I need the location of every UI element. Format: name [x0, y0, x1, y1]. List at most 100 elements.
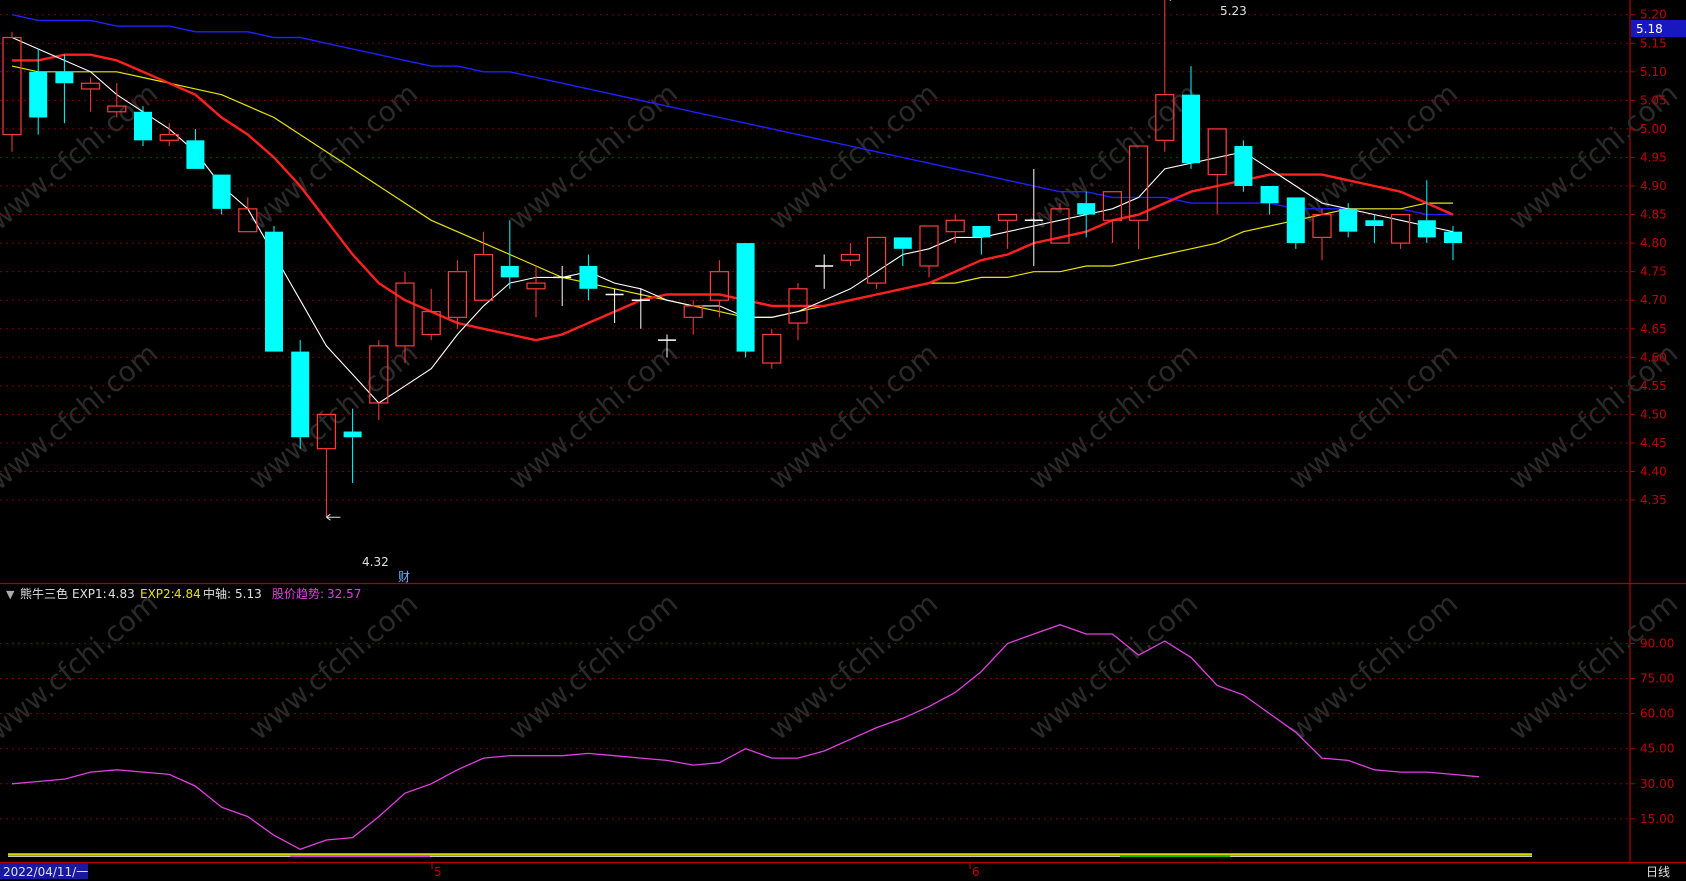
axis-value: 5.13 — [235, 587, 262, 601]
candle-body — [80, 82, 101, 90]
candle — [631, 288, 650, 329]
start-date: 2022/04/11/一 — [3, 865, 88, 879]
candle — [2, 31, 22, 152]
candle — [840, 243, 861, 266]
candle-body — [212, 174, 231, 209]
watermark-text: www.cfchi.com — [1502, 587, 1684, 747]
watermark-text: www.cfchi.com — [1282, 337, 1464, 497]
indicator-tick-label: 75.00 — [1640, 672, 1674, 686]
candle-body — [736, 243, 755, 352]
price-tick-label: 5.15 — [1640, 36, 1667, 50]
price-tick-label: 5.20 — [1640, 8, 1667, 22]
candle-body — [1365, 220, 1384, 226]
watermark-text: www.cfchi.com — [242, 587, 424, 747]
candle — [80, 77, 101, 112]
candle-body — [159, 134, 179, 141]
candle-body — [893, 237, 912, 249]
candle-body — [1234, 146, 1253, 187]
price-tick-label: 4.45 — [1640, 436, 1667, 450]
high-price-label: 5.23 — [1220, 4, 1247, 18]
current-price-badge: 5.18 — [1631, 20, 1686, 37]
candle — [1390, 213, 1411, 249]
price-tick-label: 4.70 — [1640, 293, 1667, 307]
trend-value: 32.57 — [327, 587, 361, 601]
candle — [159, 123, 179, 147]
candle-body — [762, 333, 782, 364]
watermark-text: www.cfchi.com — [0, 587, 164, 747]
candle — [1444, 225, 1462, 261]
candle — [1207, 128, 1227, 215]
candle — [186, 128, 205, 169]
candle-body — [1417, 220, 1436, 238]
exp1-value: 4.83 — [108, 587, 135, 601]
candle — [265, 225, 283, 352]
candlesticks — [2, 0, 1462, 521]
exp-lines — [8, 853, 1532, 857]
price-tick-label: 4.85 — [1640, 208, 1667, 222]
candle — [134, 106, 152, 147]
price-tick-label: 4.55 — [1640, 379, 1667, 393]
candle-body — [1260, 186, 1279, 204]
price-tick-label: 4.65 — [1640, 322, 1667, 336]
indicator-tick-label: 15.00 — [1640, 812, 1674, 826]
collapse-icon[interactable]: ▼ — [6, 588, 15, 601]
candle — [997, 213, 1018, 249]
candle-body — [291, 351, 310, 438]
watermark-text: www.cfchi.com — [1022, 337, 1204, 497]
candle-body — [343, 431, 362, 438]
candle — [553, 265, 572, 306]
candle-body — [55, 71, 74, 84]
candle-body — [972, 225, 991, 238]
indicator-tick-label: 30.00 — [1640, 777, 1674, 791]
price-tick-label: 4.50 — [1640, 407, 1667, 421]
candle — [866, 236, 887, 289]
watermark-text: www.cfchi.com — [1022, 587, 1204, 747]
ma5-line — [11, 36, 1454, 404]
price-tick-label: 4.60 — [1640, 350, 1667, 364]
candle — [1286, 197, 1305, 249]
month-label-5: 5 — [434, 865, 442, 879]
candle — [579, 254, 598, 301]
candle-body — [395, 282, 415, 347]
candle-body — [579, 265, 598, 289]
price-tick-label: 5.05 — [1640, 93, 1667, 107]
candle — [526, 265, 546, 318]
current-price-value: 5.18 — [1636, 22, 1663, 36]
candle-body — [945, 219, 965, 233]
price-tick-label: 4.90 — [1640, 179, 1667, 193]
candle-body — [474, 253, 494, 301]
candle-body — [840, 253, 861, 261]
high-arrow — [1169, 0, 1172, 1]
price-tick-label: 4.95 — [1640, 150, 1667, 164]
watermark-text: www.cfchi.com — [242, 337, 424, 497]
period-selector[interactable]: 日线 — [1646, 865, 1670, 879]
candle-body — [134, 111, 152, 141]
watermark-text: www.cfchi.com — [1282, 587, 1464, 747]
candle-body — [997, 213, 1018, 221]
candle — [212, 174, 231, 215]
candle-body — [1207, 128, 1227, 176]
indicator-tick-label: 90.00 — [1640, 636, 1674, 650]
candle-body — [1286, 197, 1305, 244]
stock-chart[interactable]: www.cfchi.com www.cfchi.com www.cfchi.com w… — [0, 0, 1686, 881]
financial-report-marker[interactable]: 财 — [398, 570, 410, 584]
watermark-text: www.cfchi.com — [762, 337, 944, 497]
candle-body — [1339, 208, 1358, 232]
price-tick-label: 4.35 — [1640, 493, 1667, 507]
candle — [29, 48, 48, 135]
candle-body — [1077, 203, 1096, 215]
indicator-legend: ▼ 熊牛三色 EXP1: 4.83 EXP2: 4.84 中轴: 5.13 股价… — [6, 586, 361, 601]
watermark-text: www.cfchi.com — [762, 587, 944, 747]
indicator-tick-label: 45.00 — [1640, 742, 1674, 756]
high-annotation: 5.23 — [1220, 4, 1247, 18]
candle — [762, 328, 782, 369]
watermark-layer: www.cfchi.com www.cfchi.com www.cfchi.com w… — [0, 77, 1684, 747]
candle — [500, 220, 519, 289]
price-tick-label: 5.00 — [1640, 122, 1667, 136]
candle — [919, 225, 939, 278]
candle — [474, 231, 494, 301]
candle-body — [186, 140, 205, 169]
indicator-axis: 90.00 75.00 60.00 45.00 30.00 15.00 — [1630, 636, 1674, 826]
candle — [972, 225, 991, 255]
candle-body — [526, 282, 546, 290]
